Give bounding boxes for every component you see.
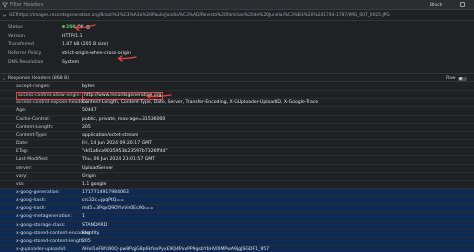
summary-row-referrer-policy: Referrer Policy strict-origin-when-cross… xyxy=(0,50,474,57)
header-name: vary: xyxy=(16,173,28,179)
header-row[interactable]: Date: Fri, 14 Jun 2024 09:20:17 GMT xyxy=(0,140,474,149)
toggle-knob xyxy=(458,77,462,81)
header-value: AHxI1oF8fcB0Q-pw8PqjG8p6kfooPyxE9Q4PxxPP… xyxy=(82,247,270,252)
header-value: bytes xyxy=(82,84,95,89)
header-value: Fri, 14 Jun 2024 09:20:17 GMT xyxy=(82,141,152,147)
header-name: ETag: xyxy=(16,149,29,155)
header-name: Content-Type: xyxy=(16,132,48,138)
section-title: Response Headers (868 B) xyxy=(8,75,70,81)
header-value: identity xyxy=(82,230,100,236)
header-row[interactable]: Content-Type: application/octet-stream xyxy=(0,132,474,141)
header-row[interactable]: x-goog-hash: crc32c=jpqPtQ== xyxy=(0,197,474,206)
header-value: 50447 xyxy=(82,108,97,114)
header-row[interactable]: accept-ranges: bytes xyxy=(0,83,474,92)
header-value: 1 xyxy=(82,214,85,220)
summary-value: HTTP/1.1 xyxy=(62,34,83,39)
header-row[interactable]: via: 1.1 google xyxy=(0,181,474,189)
header-value: application/octet-stream xyxy=(82,132,139,138)
header-name: access-control-expose-headers: xyxy=(16,100,89,106)
header-value: public, private, max-age=31536000 xyxy=(82,116,166,122)
header-name: x-goog-stored-content-length: xyxy=(16,238,86,244)
header-name: Last-Modified: xyxy=(16,157,49,163)
header-name: x-goog-stored-content-encoding: xyxy=(16,230,92,236)
block-label: Block xyxy=(430,2,443,8)
summary-key: Version xyxy=(8,34,25,39)
header-value: 205 xyxy=(82,238,91,244)
request-url-row: GET https://images.recordsgeneration.org… xyxy=(0,10,474,21)
header-row[interactable]: x-goog-metageneration: 1 xyxy=(0,213,474,222)
header-name: x-goog-storage-class: xyxy=(16,222,66,228)
summary-row-version: Version HTTP/1.1 xyxy=(0,33,474,40)
status-ok-icon xyxy=(62,25,65,28)
header-value: crc32c=jpqPtQ== xyxy=(82,198,125,204)
summary-row-dns-resolution: DNS Resolution System xyxy=(0,59,474,66)
header-row[interactable]: access-control-allow-origin: http://www.r… xyxy=(0,91,474,101)
summary-value: 1.07 kB (205 B size) xyxy=(62,42,109,47)
header-name: server: xyxy=(16,165,33,171)
header-value: 1717714917984063 xyxy=(82,189,129,195)
summary-row-status: Status 200 OK ? xyxy=(0,24,474,31)
header-name: Cache-Control: xyxy=(16,116,51,122)
header-name: x-goog-generation: xyxy=(16,189,61,195)
header-name: Content-Length: xyxy=(16,124,54,130)
filter-bar: Filter Headers Block xyxy=(0,0,474,10)
header-name: x-goog-hash: xyxy=(16,198,47,204)
header-row[interactable]: Cache-Control: public, private, max-age=3… xyxy=(0,116,474,124)
header-value: Thu, 06 Jun 2024 23:01:57 GMT xyxy=(82,157,156,163)
header-row[interactable]: x-goog-stored-content-encoding: identity xyxy=(0,229,474,238)
annotation-arrow-referrer xyxy=(117,55,137,62)
header-value: STANDARD xyxy=(82,222,108,228)
response-headers-section[interactable]: Response Headers (868 B) Raw xyxy=(0,73,474,82)
header-name: x-guploader-uploadid: xyxy=(16,247,67,252)
header-name: via: xyxy=(16,181,25,187)
header-name: accept-ranges: xyxy=(16,84,51,89)
header-value: md5=3PqxQ9OYlvVn0Ec/Kk== xyxy=(82,206,154,212)
summary-row-transferred: Transferred 1.07 kB (205 B size) xyxy=(0,41,474,48)
header-value: Origin xyxy=(82,173,96,179)
summary-key: DNS Resolution xyxy=(8,60,44,65)
header-row[interactable]: x-goog-hash: md5=3PqxQ9OYlvVn0Ec/Kk== xyxy=(0,205,474,214)
summary-value: System xyxy=(62,60,80,65)
header-row[interactable]: Content-Length: 205 xyxy=(0,124,474,132)
header-name: Age: xyxy=(16,108,27,114)
header-row[interactable]: vary: Origin xyxy=(0,173,474,181)
header-value: UploadServer xyxy=(82,165,114,171)
chevron-down-icon[interactable] xyxy=(2,77,6,81)
header-row[interactable]: ETag: "dd1a6ca9035953b23597b7326ff44" xyxy=(0,148,474,157)
summary-key: Status xyxy=(8,25,23,30)
header-row[interactable]: Last-Modified: Thu, 06 Jun 2024 23:01:57 … xyxy=(0,156,474,165)
request-url[interactable]: https://images.recordsgeneration.org/Bra… xyxy=(17,13,390,18)
annotation-arrow-status xyxy=(74,24,96,32)
header-value: "dd1a6ca9035953b23597b7326ff44" xyxy=(82,149,168,155)
block-checkbox[interactable] xyxy=(460,2,465,7)
filter-headers-input[interactable]: Filter Headers xyxy=(10,2,150,9)
chevron-down-icon[interactable] xyxy=(2,13,7,18)
raw-toggle[interactable] xyxy=(458,76,467,81)
header-value: 1.1 google xyxy=(82,181,107,187)
header-row[interactable]: Age: 50447 xyxy=(0,107,474,116)
summary-key: Referrer Policy xyxy=(8,51,42,56)
header-name: Date: xyxy=(16,141,29,147)
header-value: Content-Length, Content-Type, Date, Serv… xyxy=(82,100,319,106)
header-value: 205 xyxy=(82,124,91,130)
header-row[interactable]: server: UploadServer xyxy=(0,165,474,173)
header-row[interactable]: x-guploader-uploadid: AHxI1oF8fcB0Q-pw8Pq… xyxy=(0,246,474,252)
header-name: x-goog-hash: xyxy=(16,206,47,212)
raw-label: Raw xyxy=(446,75,456,81)
header-row[interactable]: access-control-expose-headers: Content-Le… xyxy=(0,99,474,108)
header-name: x-goog-metageneration: xyxy=(16,214,72,220)
header-row[interactable]: x-goog-stored-content-length: 205 xyxy=(0,237,474,247)
header-row[interactable]: x-goog-storage-class: STANDARD xyxy=(0,221,474,230)
summary-key: Transferred xyxy=(8,42,34,47)
filter-icon xyxy=(2,2,8,8)
header-row[interactable]: x-goog-generation: 1717714917984063 xyxy=(0,188,474,198)
